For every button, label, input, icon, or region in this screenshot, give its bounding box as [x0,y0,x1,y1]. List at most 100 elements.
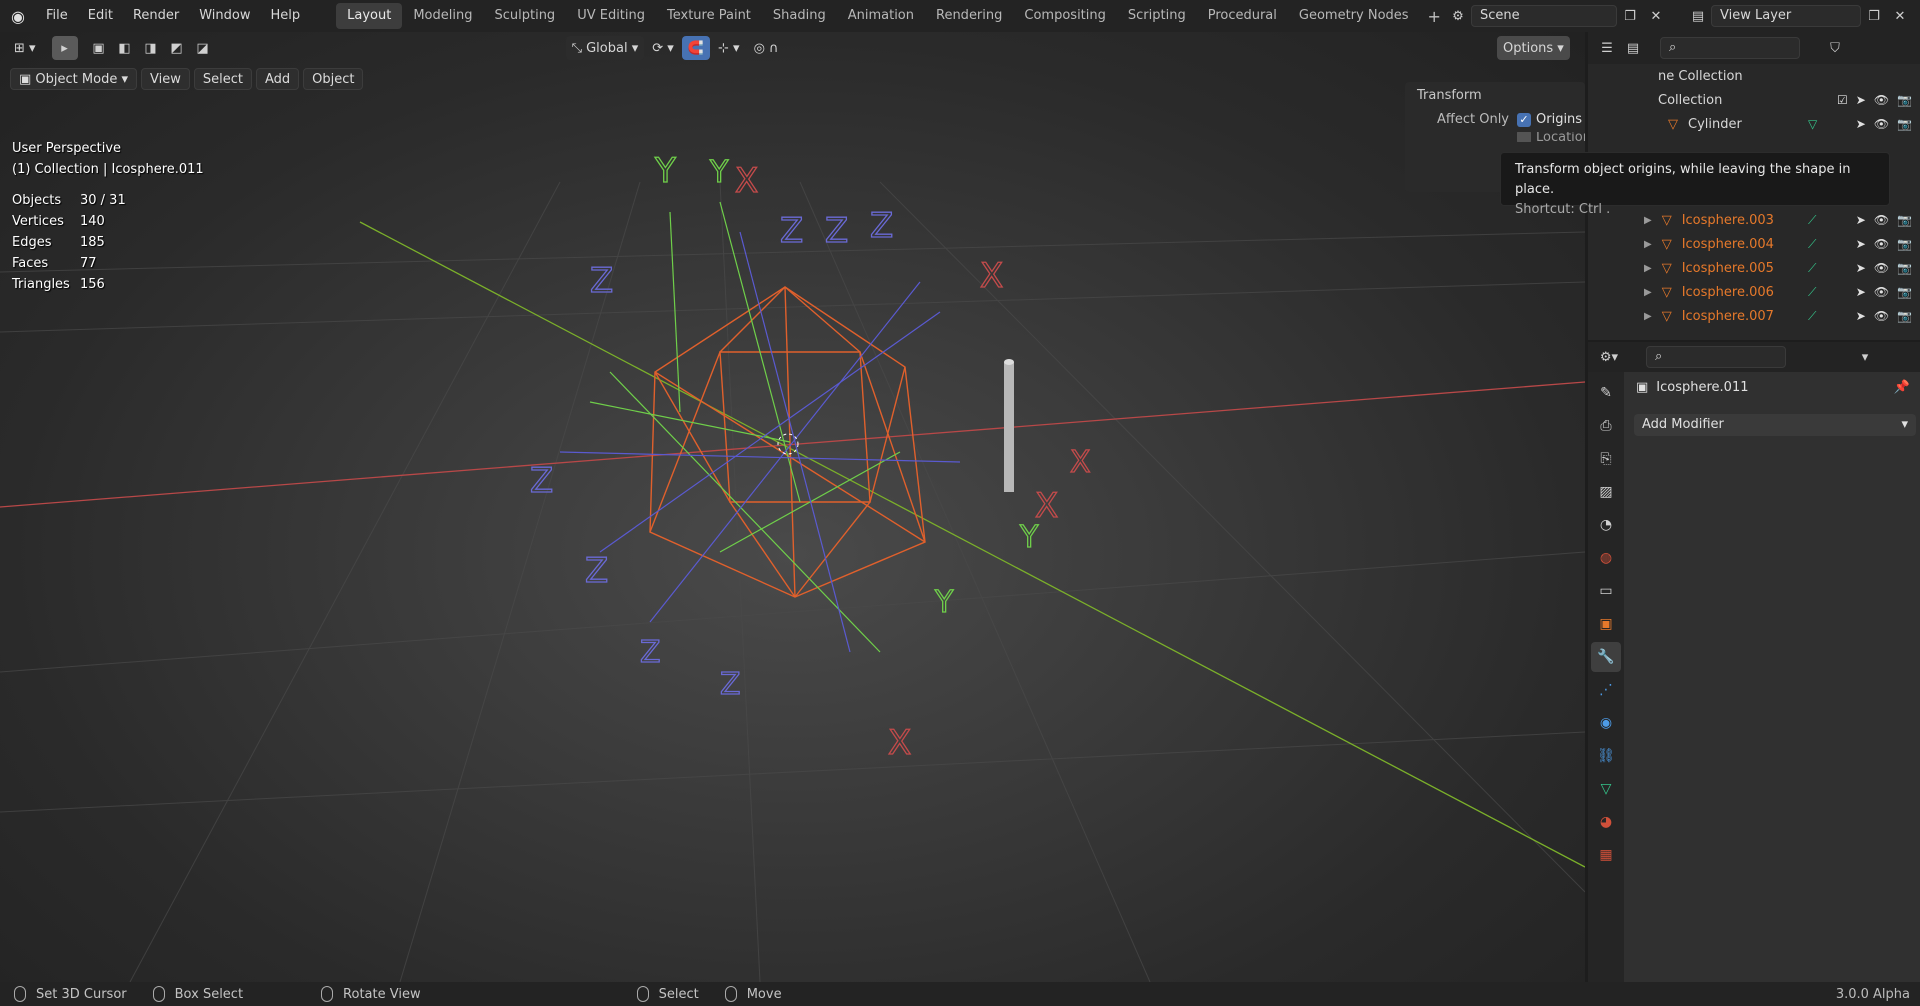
texture-tab-icon[interactable]: ▦ [1591,840,1621,870]
selectable-icon[interactable]: ➤ [1856,117,1866,131]
tab-geometry-nodes[interactable]: Geometry Nodes [1288,3,1420,29]
object-mode-dropdown[interactable]: ▣ Object Mode ▾ [10,68,137,90]
expand-arrow-icon[interactable]: ▶ [1644,287,1652,298]
view-layer-tab-icon[interactable]: ▨ [1591,477,1621,507]
view-layer-icon[interactable]: ▤ [1685,5,1711,27]
scene-field[interactable]: Scene [1471,5,1617,27]
origins-checkbox[interactable]: ✓ Origins [1517,112,1582,127]
tab-uv-editing[interactable]: UV Editing [566,3,656,29]
material-tab-icon[interactable]: ◕ [1591,807,1621,837]
tab-procedural[interactable]: Procedural [1197,3,1288,29]
constraints-tab-icon[interactable]: ⛓ [1591,741,1621,771]
outliner-item-cylinder[interactable]: ▽ Cylinder ▽ ➤ 👁 📷 [1588,112,1920,136]
visibility-eye-icon[interactable]: 👁 [1874,93,1889,107]
orientation-dropdown[interactable]: ⤡ Global ▾ [565,36,645,60]
data-tab-icon[interactable]: ▽ [1591,774,1621,804]
properties-search-input[interactable]: ⌕ [1646,346,1786,368]
outliner-editor-icon[interactable]: ☰ [1594,37,1620,59]
snap-target-icon[interactable]: ⊹ ▾ [712,36,746,60]
render-camera-icon[interactable]: 📷 [1897,213,1912,227]
object-tab-icon[interactable]: ▣ [1591,609,1621,639]
visibility-eye-icon[interactable]: 👁 [1874,309,1889,323]
tab-animation[interactable]: Animation [837,3,925,29]
render-camera-icon[interactable]: 📷 [1897,117,1912,131]
render-camera-icon[interactable]: 📷 [1897,309,1912,323]
menu-window[interactable]: Window [189,0,260,32]
locations-checkbox[interactable]: Locations [1517,132,1585,142]
outliner-search-input[interactable]: ⌕ [1660,37,1800,59]
object-menu[interactable]: Object [303,68,364,90]
visibility-eye-icon[interactable]: 👁 [1874,213,1889,227]
filter-icon[interactable]: ⛉ [1822,37,1848,59]
scene-collection-row[interactable]: ne Collection [1588,64,1920,88]
select-tool-icon[interactable]: ▸ [51,36,78,60]
add-modifier-button[interactable]: Add Modifier ▾ [1634,414,1916,436]
properties-editor-icon[interactable]: ⚙▾ [1596,346,1622,368]
outliner-item-icosphere-007[interactable]: ▶ ▽ Icosphere.007 ⟋ ➤ 👁 📷 [1588,304,1920,328]
delete-scene-icon[interactable]: ✕ [1643,5,1669,27]
display-mode-icon[interactable]: ▤ [1620,37,1646,59]
selectable-icon[interactable]: ➤ [1856,309,1866,323]
render-camera-icon[interactable]: 📷 [1897,261,1912,275]
3d-viewport[interactable]: Z Z Z Z Z Z Z Z X X X X X Y Y Y Y ⊞ ▾ ▸ … [0,32,1585,982]
properties-options-icon[interactable]: ▾ [1852,346,1878,368]
view-layer-field[interactable]: View Layer [1711,5,1861,27]
selectable-icon[interactable]: ➤ [1856,261,1866,275]
render-camera-icon[interactable]: 📷 [1897,237,1912,251]
outliner-item-icosphere-004[interactable]: ▶ ▽ Icosphere.004 ⟋ ➤ 👁 📷 [1588,232,1920,256]
expand-arrow-icon[interactable]: ▶ [1644,239,1652,250]
proportional-edit-icon[interactable]: ◎ ∩ [748,36,785,60]
select-menu[interactable]: Select [193,68,252,90]
menu-edit[interactable]: Edit [78,0,123,32]
physics-tab-icon[interactable]: ◉ [1591,708,1621,738]
view-menu[interactable]: View [141,68,190,90]
tab-shading[interactable]: Shading [762,3,837,29]
particles-tab-icon[interactable]: ⋰ [1591,675,1621,705]
render-camera-icon[interactable]: 📷 [1897,285,1912,299]
pin-icon[interactable]: 📌 [1894,380,1910,395]
tab-rendering[interactable]: Rendering [925,3,1013,29]
tool-tab-icon[interactable]: ✎ [1591,378,1621,408]
selectable-icon[interactable]: ➤ [1856,237,1866,251]
visibility-eye-icon[interactable]: 👁 [1874,117,1889,131]
modifier-tab-icon[interactable]: 🔧 [1591,642,1621,672]
scene-tab-icon[interactable]: ◔ [1591,510,1621,540]
new-scene-icon[interactable]: ❐ [1617,5,1643,27]
tab-sculpting[interactable]: Sculpting [483,3,566,29]
world-tab-icon[interactable]: ◍ [1591,543,1621,573]
new-view-layer-icon[interactable]: ❐ [1861,5,1887,27]
delete-view-layer-icon[interactable]: ✕ [1887,5,1913,27]
expand-arrow-icon[interactable]: ▶ [1644,311,1652,322]
outliner-item-icosphere-005[interactable]: ▶ ▽ Icosphere.005 ⟋ ➤ 👁 📷 [1588,256,1920,280]
render-camera-icon[interactable]: 📷 [1897,93,1912,107]
outliner-item-icosphere-006[interactable]: ▶ ▽ Icosphere.006 ⟋ ➤ 👁 📷 [1588,280,1920,304]
editor-type-icon[interactable]: ⊞ ▾ [8,36,42,60]
output-tab-icon[interactable]: ⎘ [1591,444,1621,474]
collection-tab-icon[interactable]: ▭ [1591,576,1621,606]
menu-render[interactable]: Render [123,0,189,32]
menu-help[interactable]: Help [261,0,311,32]
tab-texture-paint[interactable]: Texture Paint [656,3,762,29]
scene-icon[interactable]: ⚙ [1445,5,1471,27]
add-menu[interactable]: Add [255,68,300,90]
tab-layout[interactable]: Layout [336,3,403,29]
snap-icon[interactable]: 🧲 [681,36,711,60]
tab-modeling[interactable]: Modeling [402,3,483,29]
collection-row[interactable]: Collection ☑ ➤ 👁 📷 [1588,88,1920,112]
render-tab-icon[interactable]: ⎙ [1591,411,1621,441]
select-mode-new-icon[interactable]: ▣ [86,36,112,60]
select-mode-intersect-icon[interactable]: ◪ [190,36,216,60]
tab-scripting[interactable]: Scripting [1117,3,1197,29]
select-mode-invert-icon[interactable]: ◩ [164,36,190,60]
visibility-eye-icon[interactable]: 👁 [1874,285,1889,299]
blender-logo-icon[interactable]: ◉ [0,0,36,32]
selectable-icon[interactable]: ➤ [1856,285,1866,299]
visibility-eye-icon[interactable]: 👁 [1874,237,1889,251]
visibility-eye-icon[interactable]: 👁 [1874,261,1889,275]
options-dropdown[interactable]: Options ▾ [1497,36,1570,60]
exclude-checkbox-icon[interactable]: ☑ [1837,93,1848,107]
expand-arrow-icon[interactable]: ▶ [1644,263,1652,274]
pivot-icon[interactable]: ⟳ ▾ [646,36,680,60]
selectable-icon[interactable]: ➤ [1856,93,1866,107]
tab-compositing[interactable]: Compositing [1013,3,1117,29]
